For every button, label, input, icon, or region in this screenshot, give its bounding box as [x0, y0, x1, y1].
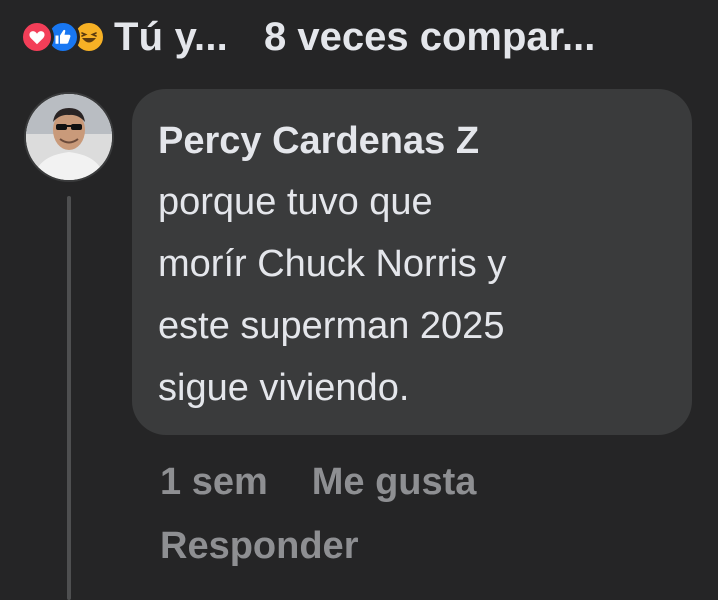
avatar[interactable]: [24, 92, 114, 182]
comment-bubble[interactable]: Percy Cardenas Z porque tuvo que morír C…: [132, 89, 692, 435]
thread-connector-line: [67, 196, 71, 600]
comment-actions: 1 sem Me gusta Responder: [160, 450, 600, 578]
reaction-summary-text[interactable]: Tú y...: [114, 15, 228, 60]
comment-text: porque tuvo que morír Chuck Norris y est…: [158, 181, 507, 409]
shares-count[interactable]: 8 veces compar...: [264, 15, 595, 60]
post-reactions-bar: Tú y... 8 veces compar...: [20, 6, 595, 68]
reply-button[interactable]: Responder: [160, 514, 358, 578]
comment-timestamp[interactable]: 1 sem: [160, 450, 268, 514]
love-icon: [20, 20, 54, 54]
reaction-icons-group[interactable]: [20, 20, 106, 54]
comment-author-name[interactable]: Percy Cardenas Z: [158, 111, 666, 171]
like-button[interactable]: Me gusta: [312, 450, 477, 514]
comment-thread-screen: Tú y... 8 veces compar... Percy Cardenas…: [0, 0, 718, 600]
